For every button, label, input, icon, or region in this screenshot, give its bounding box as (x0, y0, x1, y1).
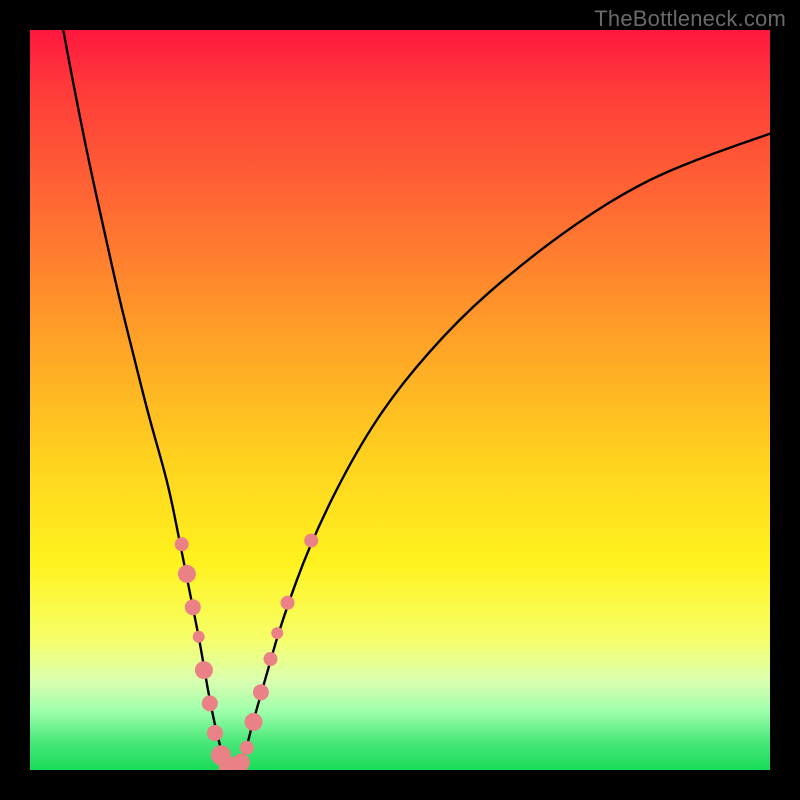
curve-marker (232, 754, 250, 770)
chart-stage: TheBottleneck.com (0, 0, 800, 800)
watermark-text: TheBottleneck.com (594, 6, 786, 32)
curve-marker (195, 661, 213, 679)
curve-marker (202, 695, 218, 711)
curve-marker (175, 537, 189, 551)
plot-area (30, 30, 770, 770)
curve-markers (175, 534, 319, 770)
curve-marker (185, 599, 201, 615)
curve-marker (304, 534, 318, 548)
curve-marker (281, 596, 295, 610)
curve-marker (207, 725, 223, 741)
curve-marker (178, 565, 196, 583)
curve-marker (245, 713, 263, 731)
chart-overlay (30, 30, 770, 770)
curve-marker (264, 652, 278, 666)
bottleneck-curve (63, 30, 770, 770)
curve-marker (240, 741, 254, 755)
curve-marker (193, 631, 205, 643)
curve-marker (253, 684, 269, 700)
curve-marker (271, 627, 283, 639)
